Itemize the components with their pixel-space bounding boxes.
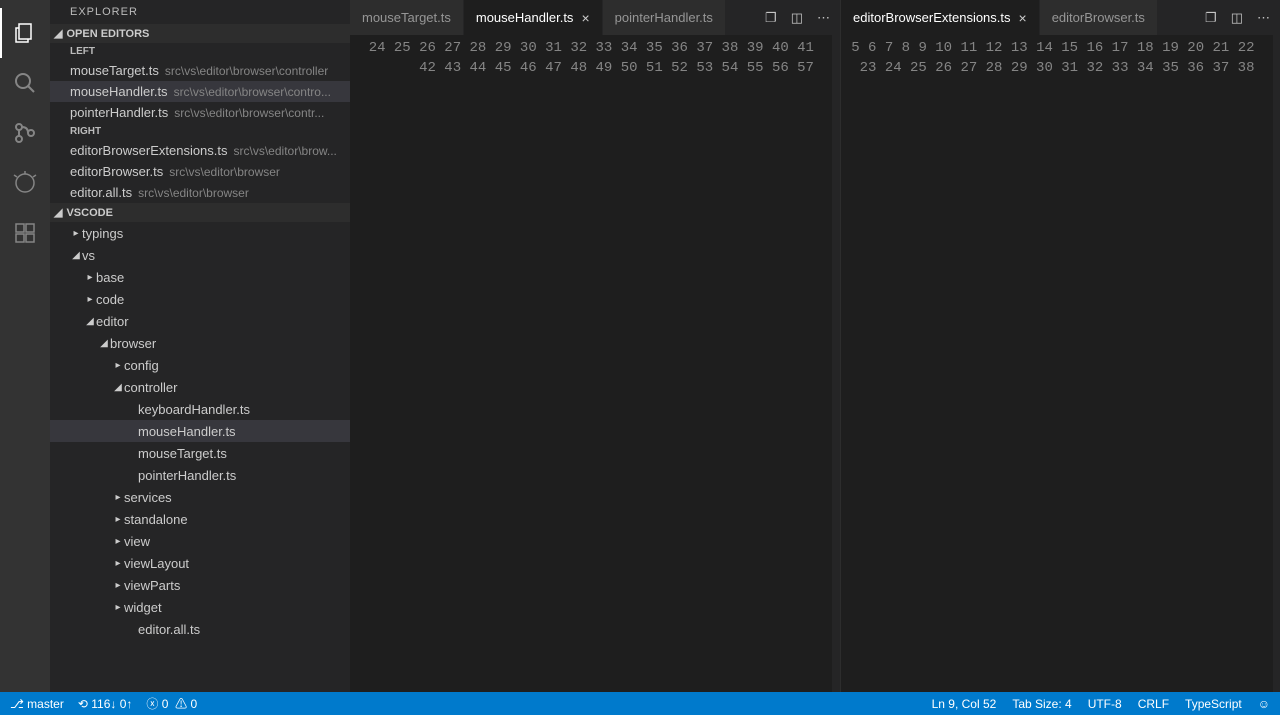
gutter: 5 6 7 8 9 10 11 12 13 14 15 16 17 18 19 … (841, 35, 1273, 692)
tree-folder[interactable]: ◢browser (50, 332, 350, 354)
activity-bar (0, 0, 50, 692)
tab-size[interactable]: Tab Size: 4 (1012, 697, 1071, 711)
tree-folder[interactable]: ◢editor (50, 310, 350, 332)
status-bar: ⎇ master ⟲ 116↓ 0↑ ⓧ 0 ⚠ 0 Ln 9, Col 52 … (0, 692, 1280, 715)
close-icon[interactable]: × (581, 10, 589, 26)
sidebar-title: EXPLORER (50, 0, 350, 24)
debug-icon[interactable] (0, 158, 50, 208)
tree-file[interactable]: mouseHandler.ts (50, 420, 350, 442)
extensions-icon[interactable] (0, 208, 50, 258)
explorer-icon[interactable] (0, 8, 50, 58)
editor-tab[interactable]: editorBrowserExtensions.ts× (841, 0, 1040, 35)
open-editors-header[interactable]: ◢OPEN EDITORS (50, 24, 350, 43)
tree-folder[interactable]: ▸widget (50, 596, 350, 618)
cursor-position[interactable]: Ln 9, Col 52 (932, 697, 997, 711)
tree-file[interactable]: keyboardHandler.ts (50, 398, 350, 420)
workspace-header[interactable]: ◢VSCODE (50, 203, 350, 222)
tree-file[interactable]: pointerHandler.ts (50, 464, 350, 486)
tree-file[interactable]: mouseTarget.ts (50, 442, 350, 464)
editor-group-left: mouseTarget.tsmouseHandler.ts×pointerHan… (350, 0, 840, 692)
tree-folder[interactable]: ▸viewLayout (50, 552, 350, 574)
open-editor-item[interactable]: mouseTarget.tssrc\vs\editor\browser\cont… (50, 60, 350, 81)
tree-folder[interactable]: ▸code (50, 288, 350, 310)
tree-folder[interactable]: ▸typings (50, 222, 350, 244)
tree-folder[interactable]: ▸services (50, 486, 350, 508)
tree-folder[interactable]: ▸config (50, 354, 350, 376)
encoding[interactable]: UTF-8 (1088, 697, 1122, 711)
editor-tab[interactable]: mouseTarget.ts (350, 0, 464, 35)
minimap[interactable] (1273, 35, 1280, 692)
gutter: 24 25 26 27 28 29 30 31 32 33 34 35 36 3… (350, 35, 832, 692)
feedback-icon[interactable]: ☺ (1258, 697, 1270, 711)
close-icon[interactable]: × (1019, 10, 1027, 26)
copy-icon[interactable]: ❐ (1205, 10, 1217, 26)
split-icon[interactable]: ◫ (1231, 10, 1243, 26)
search-icon[interactable] (0, 58, 50, 108)
file-tree: ▸typings◢vs▸base▸code◢editor◢browser▸con… (50, 222, 350, 692)
branch-indicator[interactable]: ⎇ master (10, 697, 64, 711)
editor-body-left[interactable]: 24 25 26 27 28 29 30 31 32 33 34 35 36 3… (350, 35, 840, 692)
language-mode[interactable]: TypeScript (1185, 697, 1242, 711)
tree-folder[interactable]: ▸base (50, 266, 350, 288)
open-editor-item[interactable]: editorBrowserExtensions.tssrc\vs\editor\… (50, 140, 350, 161)
tree-folder[interactable]: ▸standalone (50, 508, 350, 530)
editor-tab[interactable]: pointerHandler.ts (603, 0, 726, 35)
scm-icon[interactable] (0, 108, 50, 158)
tree-folder[interactable]: ▸viewParts (50, 574, 350, 596)
sidebar: EXPLORER ◢OPEN EDITORS LEFT mouseTarget.… (50, 0, 350, 692)
editor-tab[interactable]: mouseHandler.ts× (464, 0, 603, 35)
editor-tab[interactable]: editorBrowser.ts (1040, 0, 1158, 35)
tree-folder[interactable]: ▸view (50, 530, 350, 552)
group-left-label: LEFT (50, 43, 350, 60)
tree-file[interactable]: editor.all.ts (50, 618, 350, 640)
more-icon[interactable]: ⋯ (817, 10, 830, 26)
more-icon[interactable]: ⋯ (1257, 10, 1270, 26)
problems-indicator[interactable]: ⓧ 0 ⚠ 0 (146, 695, 197, 712)
eol[interactable]: CRLF (1138, 697, 1169, 711)
editor-group-right: editorBrowserExtensions.ts×editorBrowser… (840, 0, 1280, 692)
open-editor-item[interactable]: mouseHandler.tssrc\vs\editor\browser\con… (50, 81, 350, 102)
tree-folder[interactable]: ◢vs (50, 244, 350, 266)
tab-bar-left: mouseTarget.tsmouseHandler.ts×pointerHan… (350, 0, 840, 35)
tree-folder[interactable]: ◢controller (50, 376, 350, 398)
minimap[interactable] (832, 35, 840, 692)
editors-container: mouseTarget.tsmouseHandler.ts×pointerHan… (350, 0, 1280, 692)
editor-body-right[interactable]: 5 6 7 8 9 10 11 12 13 14 15 16 17 18 19 … (841, 35, 1280, 692)
open-editor-item[interactable]: editorBrowser.tssrc\vs\editor\browser (50, 161, 350, 182)
open-editor-item[interactable]: pointerHandler.tssrc\vs\editor\browser\c… (50, 102, 350, 123)
sync-indicator[interactable]: ⟲ 116↓ 0↑ (78, 697, 133, 711)
open-editor-item[interactable]: editor.all.tssrc\vs\editor\browser (50, 182, 350, 203)
group-right-label: RIGHT (50, 123, 350, 140)
split-icon[interactable]: ◫ (791, 10, 803, 26)
tab-bar-right: editorBrowserExtensions.ts×editorBrowser… (841, 0, 1280, 35)
copy-icon[interactable]: ❐ (765, 10, 777, 26)
